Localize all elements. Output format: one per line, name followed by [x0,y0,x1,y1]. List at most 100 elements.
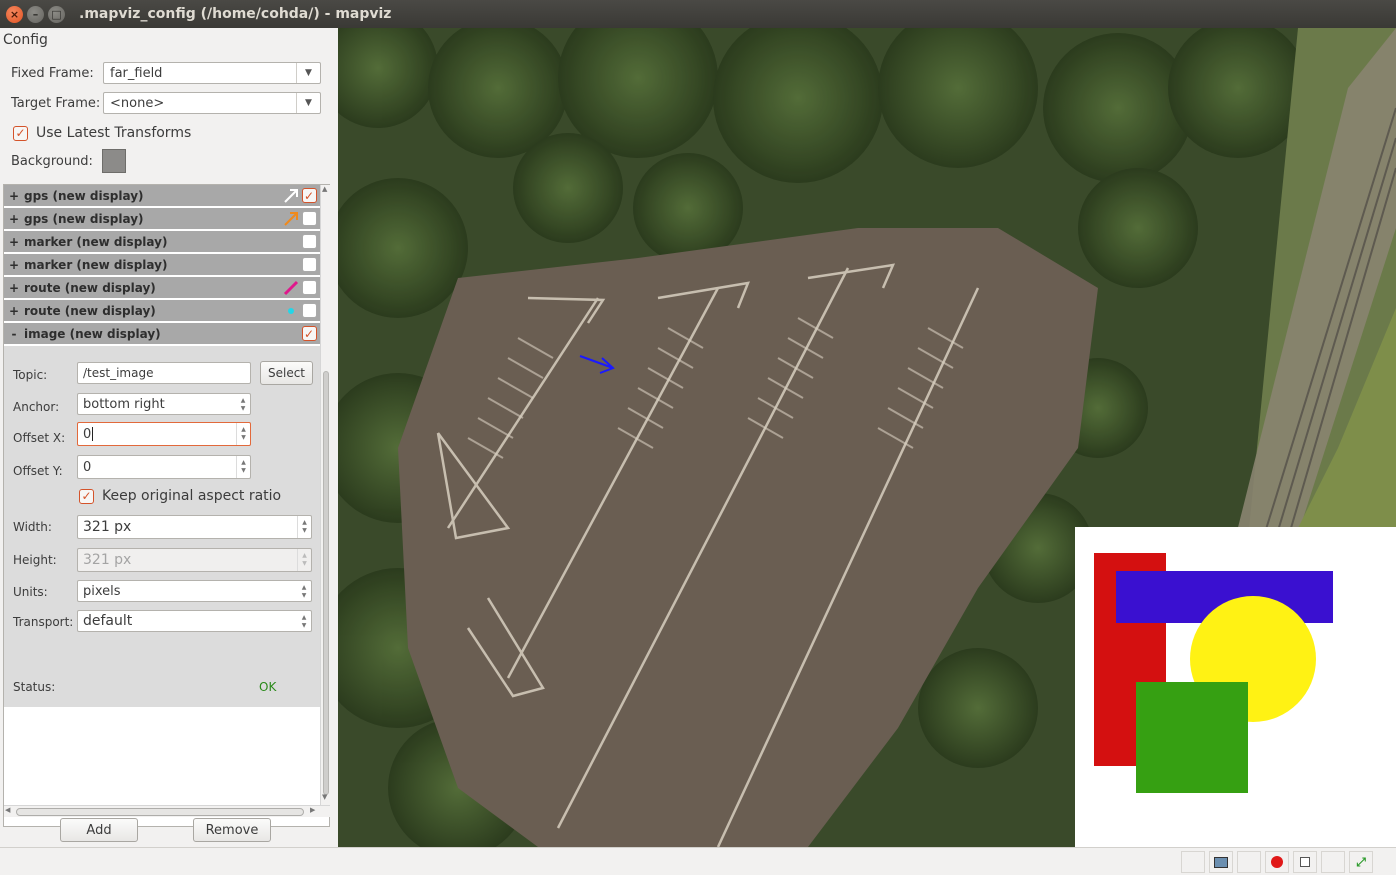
display-row[interactable]: + route (new display) [4,300,320,321]
use-latest-transforms-label: Use Latest Transforms [36,125,192,141]
expand-icon[interactable]: + [4,304,24,318]
updown-icon: ▲ ▼ [301,614,307,629]
transport-label: Transport: [13,615,74,629]
config-title: Config [3,32,48,48]
dot-icon [281,302,301,320]
display-enabled-checkbox[interactable]: ✓ [301,326,317,341]
display-row[interactable]: - image (new display) ✓ [4,323,320,344]
title-bar: × – □ .mapviz_config (/home/cohda/) - ma… [0,0,1396,28]
background-label: Background: [11,154,93,169]
offset-x-value: 0 [83,426,92,442]
screenshot-icon[interactable] [1209,851,1233,873]
display-enabled-checkbox[interactable]: ✓ [301,188,317,203]
close-window-button[interactable]: × [6,5,23,23]
display-name: marker (new display) [24,257,168,272]
offset-x-input[interactable]: 0 ▲ ▼ [77,422,251,446]
display-enabled-checkbox[interactable] [301,280,317,295]
units-select[interactable]: pixels ▲ ▼ [77,580,312,602]
checkbox-cell [301,211,317,226]
checkbox-cell: ✓ [301,188,317,203]
record-icon[interactable] [1265,851,1289,873]
topic-input[interactable]: /test_image [77,362,251,384]
display-enabled-checkbox[interactable] [301,211,317,226]
blank-icon[interactable] [1321,851,1345,873]
updown-icon: ▲ ▼ [240,397,246,412]
offset-x-label: Offset X: [13,431,66,445]
topic-label: Topic: [13,368,48,382]
horizontal-scrollbar[interactable]: ◀ ▶ [4,805,330,817]
add-display-button[interactable]: Add [60,818,138,842]
display-row[interactable]: + marker (new display) [4,231,320,252]
expand-icon[interactable]: + [4,212,24,226]
window-title: .mapviz_config (/home/cohda/) - mapviz [79,6,392,22]
status-value: OK [259,680,277,694]
keep-aspect-label: Keep original aspect ratio [102,488,282,504]
scroll-left-icon[interactable]: ◀ [5,806,10,814]
line-icon [281,279,301,297]
display-name: gps (new display) [24,211,144,226]
scroll-right-icon[interactable]: ▶ [310,806,315,814]
horizontal-scroll-thumb[interactable] [16,808,304,816]
width-input[interactable]: 321 px ▲ ▼ [77,515,312,539]
display-list: + gps (new display) ✓ + gps (new display) + ma… [3,184,330,827]
transport-select[interactable]: default ▲ ▼ [77,610,312,632]
target-frame-label: Target Frame: [11,96,101,111]
expand-icon[interactable]: + [4,281,24,295]
blank-icon[interactable] [1181,851,1205,873]
scroll-down-icon[interactable]: ▼ [322,793,327,801]
checkbox-cell [301,280,317,295]
maximize-window-button[interactable]: □ [48,5,65,23]
display-enabled-checkbox[interactable] [301,257,317,272]
keep-aspect-row[interactable]: ✓ Keep original aspect ratio [79,488,281,504]
select-topic-button[interactable]: Select [260,361,313,385]
display-enabled-checkbox[interactable] [301,303,317,318]
indicator-placeholder [281,233,301,251]
fixed-frame-value: far_field [110,65,163,81]
vertical-scroll-thumb[interactable] [323,371,329,795]
display-row[interactable]: + gps (new display) [4,208,320,229]
spinner-icon[interactable]: ▲ ▼ [236,423,250,445]
minimize-window-button[interactable]: – [27,5,44,23]
stop-icon[interactable] [1293,851,1317,873]
remove-display-button[interactable]: Remove [193,818,271,842]
transport-value: default [83,613,133,629]
expand-icon[interactable]: + [4,189,24,203]
display-name: route (new display) [24,303,156,318]
display-enabled-checkbox[interactable] [301,234,317,249]
expand-icon[interactable]: + [4,235,24,249]
vertical-scrollbar[interactable]: ▲ ▼ [320,185,330,805]
topic-value: /test_image [83,366,154,380]
background-color-swatch[interactable] [102,149,126,173]
display-row[interactable]: + route (new display) [4,277,320,298]
use-latest-transforms-row[interactable]: ✓ Use Latest Transforms [13,125,191,141]
collapse-icon[interactable]: - [4,327,24,341]
use-latest-transforms-checkbox[interactable]: ✓ [13,125,28,141]
display-name: gps (new display) [24,188,144,203]
spinner-icon[interactable]: ▲ ▼ [297,516,311,538]
arrow-icon [281,210,301,228]
checkbox-cell [301,303,317,318]
anchor-select[interactable]: bottom right ▲ ▼ [77,393,251,415]
offset-y-input[interactable]: 0 ▲ ▼ [77,455,251,479]
spinner-icon[interactable]: ▲ ▼ [236,456,250,478]
scroll-up-icon[interactable]: ▲ [322,185,327,193]
expand-icon[interactable]: + [4,258,24,272]
display-row[interactable]: + gps (new display) ✓ [4,185,320,206]
fixed-frame-combo[interactable]: far_field ▼ [103,62,321,84]
spinner-icon: ▲ ▼ [297,549,311,571]
chevron-down-icon: ▼ [296,63,320,83]
checkbox-cell: ✓ [301,326,317,341]
indicator-placeholder [281,325,301,343]
chevron-down-icon: ▼ [296,93,320,113]
height-input: 321 px ▲ ▼ [77,548,312,572]
keep-aspect-checkbox[interactable]: ✓ [79,488,94,504]
map-canvas[interactable] [338,28,1396,847]
checkbox-cell [301,257,317,272]
target-frame-combo[interactable]: <none> ▼ [103,92,321,114]
blank-icon[interactable] [1237,851,1261,873]
width-value: 321 px [83,519,132,535]
display-row[interactable]: + marker (new display) [4,254,320,275]
height-label: Height: [13,553,57,567]
width-label: Width: [13,520,52,534]
fit-icon[interactable]: ⤢ [1349,851,1373,873]
